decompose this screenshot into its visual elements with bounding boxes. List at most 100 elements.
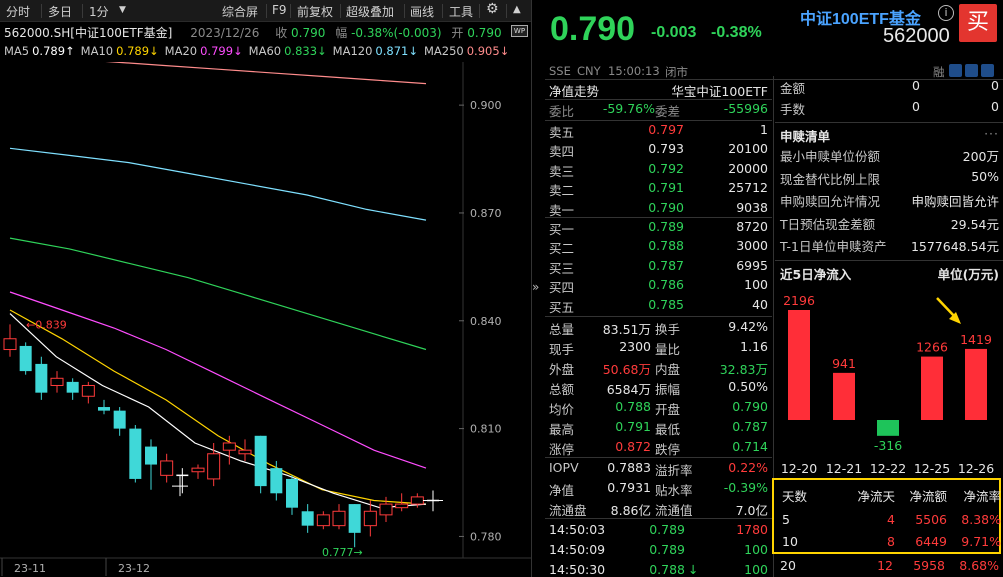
y-tick-label: 0.780 (470, 530, 502, 543)
chevron-up-icon[interactable]: ▲ (513, 4, 521, 15)
iopv-row: IOPV 0.7883 溢折率 0.22% (545, 459, 772, 478)
stat-label: 溢折率 (655, 463, 693, 478)
stat-value: 0.50% (728, 379, 768, 394)
kline-chart[interactable]: 0.900 0.870 0.840 0.810 0.780 23-11 23-12 ←0.83… (0, 62, 531, 577)
level-volume: 20100 (728, 141, 768, 157)
row-value: 0 (912, 99, 920, 114)
tools-button[interactable]: 工具 (449, 3, 473, 20)
nav-row[interactable]: 净值走势 华宝中证100ETF (545, 80, 772, 99)
price-change: -0.003 (651, 24, 697, 41)
ma-label: MA120 (332, 44, 373, 58)
level-price: 0.786 (648, 277, 684, 293)
combo-screen-button[interactable]: 综合屏 (222, 3, 258, 20)
cell: 净流天 (857, 489, 895, 504)
bid-row[interactable]: 买四 0.786 100 (545, 276, 772, 295)
stat-label: 振幅 (655, 382, 681, 397)
row-value: 0 (991, 78, 999, 93)
ma-value: 0.871↓ (375, 44, 418, 58)
gear-icon[interactable]: ⚙ (486, 1, 499, 17)
buy-button[interactable]: 买 (959, 4, 997, 42)
more-icon[interactable]: ··· (984, 126, 999, 141)
item-value: 200万 (962, 149, 999, 164)
ask-row[interactable]: 卖三 0.792 20000 (545, 160, 772, 179)
currency-label: CNY (577, 64, 601, 78)
collapse-arrow-icon[interactable]: » (532, 280, 544, 320)
candle-body (410, 496, 424, 505)
f9-button[interactable]: F9 (272, 3, 287, 17)
ask-row[interactable]: 卖二 0.791 25712 (545, 179, 772, 198)
tick-price: 0.788 (649, 562, 685, 577)
candle-body (145, 446, 157, 465)
level-volume: 20000 (728, 160, 768, 176)
tick-row[interactable]: 14:50:03 0.789 1780 (545, 521, 772, 540)
ask-row[interactable]: 卖一 0.790 9038 (545, 199, 772, 218)
bid-row[interactable]: 买二 0.788 3000 (545, 237, 772, 256)
inflow-bar (965, 348, 987, 420)
stats-row: 涨停 0.872 跌停 0.714 (545, 438, 772, 457)
ask-row[interactable]: 卖四 0.793 20100 (545, 140, 772, 159)
level-volume: 8720 (736, 219, 768, 234)
cell: 5958 (913, 558, 945, 573)
tick-row[interactable]: 14:50:30 0.788 ↓ 100 (545, 561, 772, 577)
stat-label: IOPV (549, 460, 579, 475)
candle-body (160, 460, 174, 476)
level-label: 买一 (549, 222, 575, 237)
net-flow-row: 10 8 6449 9.71% (774, 532, 1003, 552)
tick-volume: 1780 (736, 522, 768, 537)
flow-unit: 单位(万元) (937, 267, 999, 282)
high-price-label: ←0.839 (26, 318, 67, 331)
stat-value: 6584万 (606, 382, 651, 397)
row-label: 手数 (780, 102, 806, 117)
ma-label: MA10 (80, 44, 114, 58)
inflow-bar (788, 310, 810, 420)
ma-label: MA20 (164, 44, 198, 58)
adjust-button[interactable]: 前复权 (297, 3, 333, 20)
candle-body (129, 428, 142, 479)
wp-badge[interactable]: WP (511, 25, 528, 37)
stat-value: 8.86亿 (610, 503, 651, 518)
item-value: 50% (971, 168, 999, 184)
bid-row[interactable]: 买一 0.789 8720 (545, 218, 772, 237)
tab-intraday[interactable]: 分时 (6, 3, 30, 20)
y-tick-label: 0.870 (470, 207, 502, 220)
ask-row[interactable]: 卖五 0.797 1 (545, 121, 772, 140)
level-label: 卖一 (549, 202, 575, 218)
level-price: 0.787 (648, 257, 684, 273)
bid-row[interactable]: 买三 0.787 6995 (545, 257, 772, 276)
divider (775, 260, 1003, 261)
period-select[interactable]: 1分 (89, 3, 109, 20)
stat-label: 外盘 (549, 362, 575, 377)
level-price: 0.791 (648, 180, 684, 196)
candle-body (316, 514, 330, 527)
iopv-row: 净值 0.7931 贴水率 -0.39% (545, 479, 772, 498)
stat-value: 2300 (619, 339, 651, 354)
divider (775, 122, 1003, 123)
ma-value: 0.905↓ (466, 44, 510, 58)
period-dropdown-icon[interactable]: ▼ (119, 5, 126, 15)
date-label: 2023/12/26 (190, 26, 260, 40)
divider (545, 518, 772, 519)
item-label: 现金替代比例上限 (780, 171, 881, 187)
info-icon[interactable]: i (938, 5, 954, 21)
stat-label: 总额 (549, 382, 575, 397)
overlay-button[interactable]: 超级叠加 (346, 3, 394, 20)
toolbar-divider (82, 4, 83, 18)
symbol-title: 562000.SH[中证100ETF基金] (4, 26, 173, 40)
level-price: 0.785 (648, 296, 684, 312)
bid-row[interactable]: 买五 0.785 40 (545, 296, 772, 315)
item-label: T日预估现金差额 (780, 216, 876, 232)
candle-body (379, 503, 393, 516)
stat-label: 跌停 (655, 442, 681, 457)
chart-toolbar: 分时 多日 1分 ▼ 综合屏 F9 前复权 超级叠加 画线 工具 ⚙ ▲ (0, 0, 532, 22)
tick-row[interactable]: 14:50:09 0.789 100 (545, 541, 772, 560)
tab-multiday[interactable]: 多日 (48, 3, 72, 20)
stat-value: 9.42% (728, 319, 768, 334)
item-label: 申购赎回允许情况 (780, 194, 881, 210)
kline-panel: 分时 多日 1分 ▼ 综合屏 F9 前复权 超级叠加 画线 工具 ⚙ ▲ 562… (0, 0, 532, 577)
candle-body (19, 345, 32, 372)
draw-line-button[interactable]: 画线 (410, 3, 434, 20)
level-volume: 1 (760, 122, 768, 137)
change-label: 幅 (335, 26, 348, 40)
purchase-title-row[interactable]: 申赎清单 ··· (775, 124, 1003, 144)
level-price: 0.788 (648, 238, 684, 254)
